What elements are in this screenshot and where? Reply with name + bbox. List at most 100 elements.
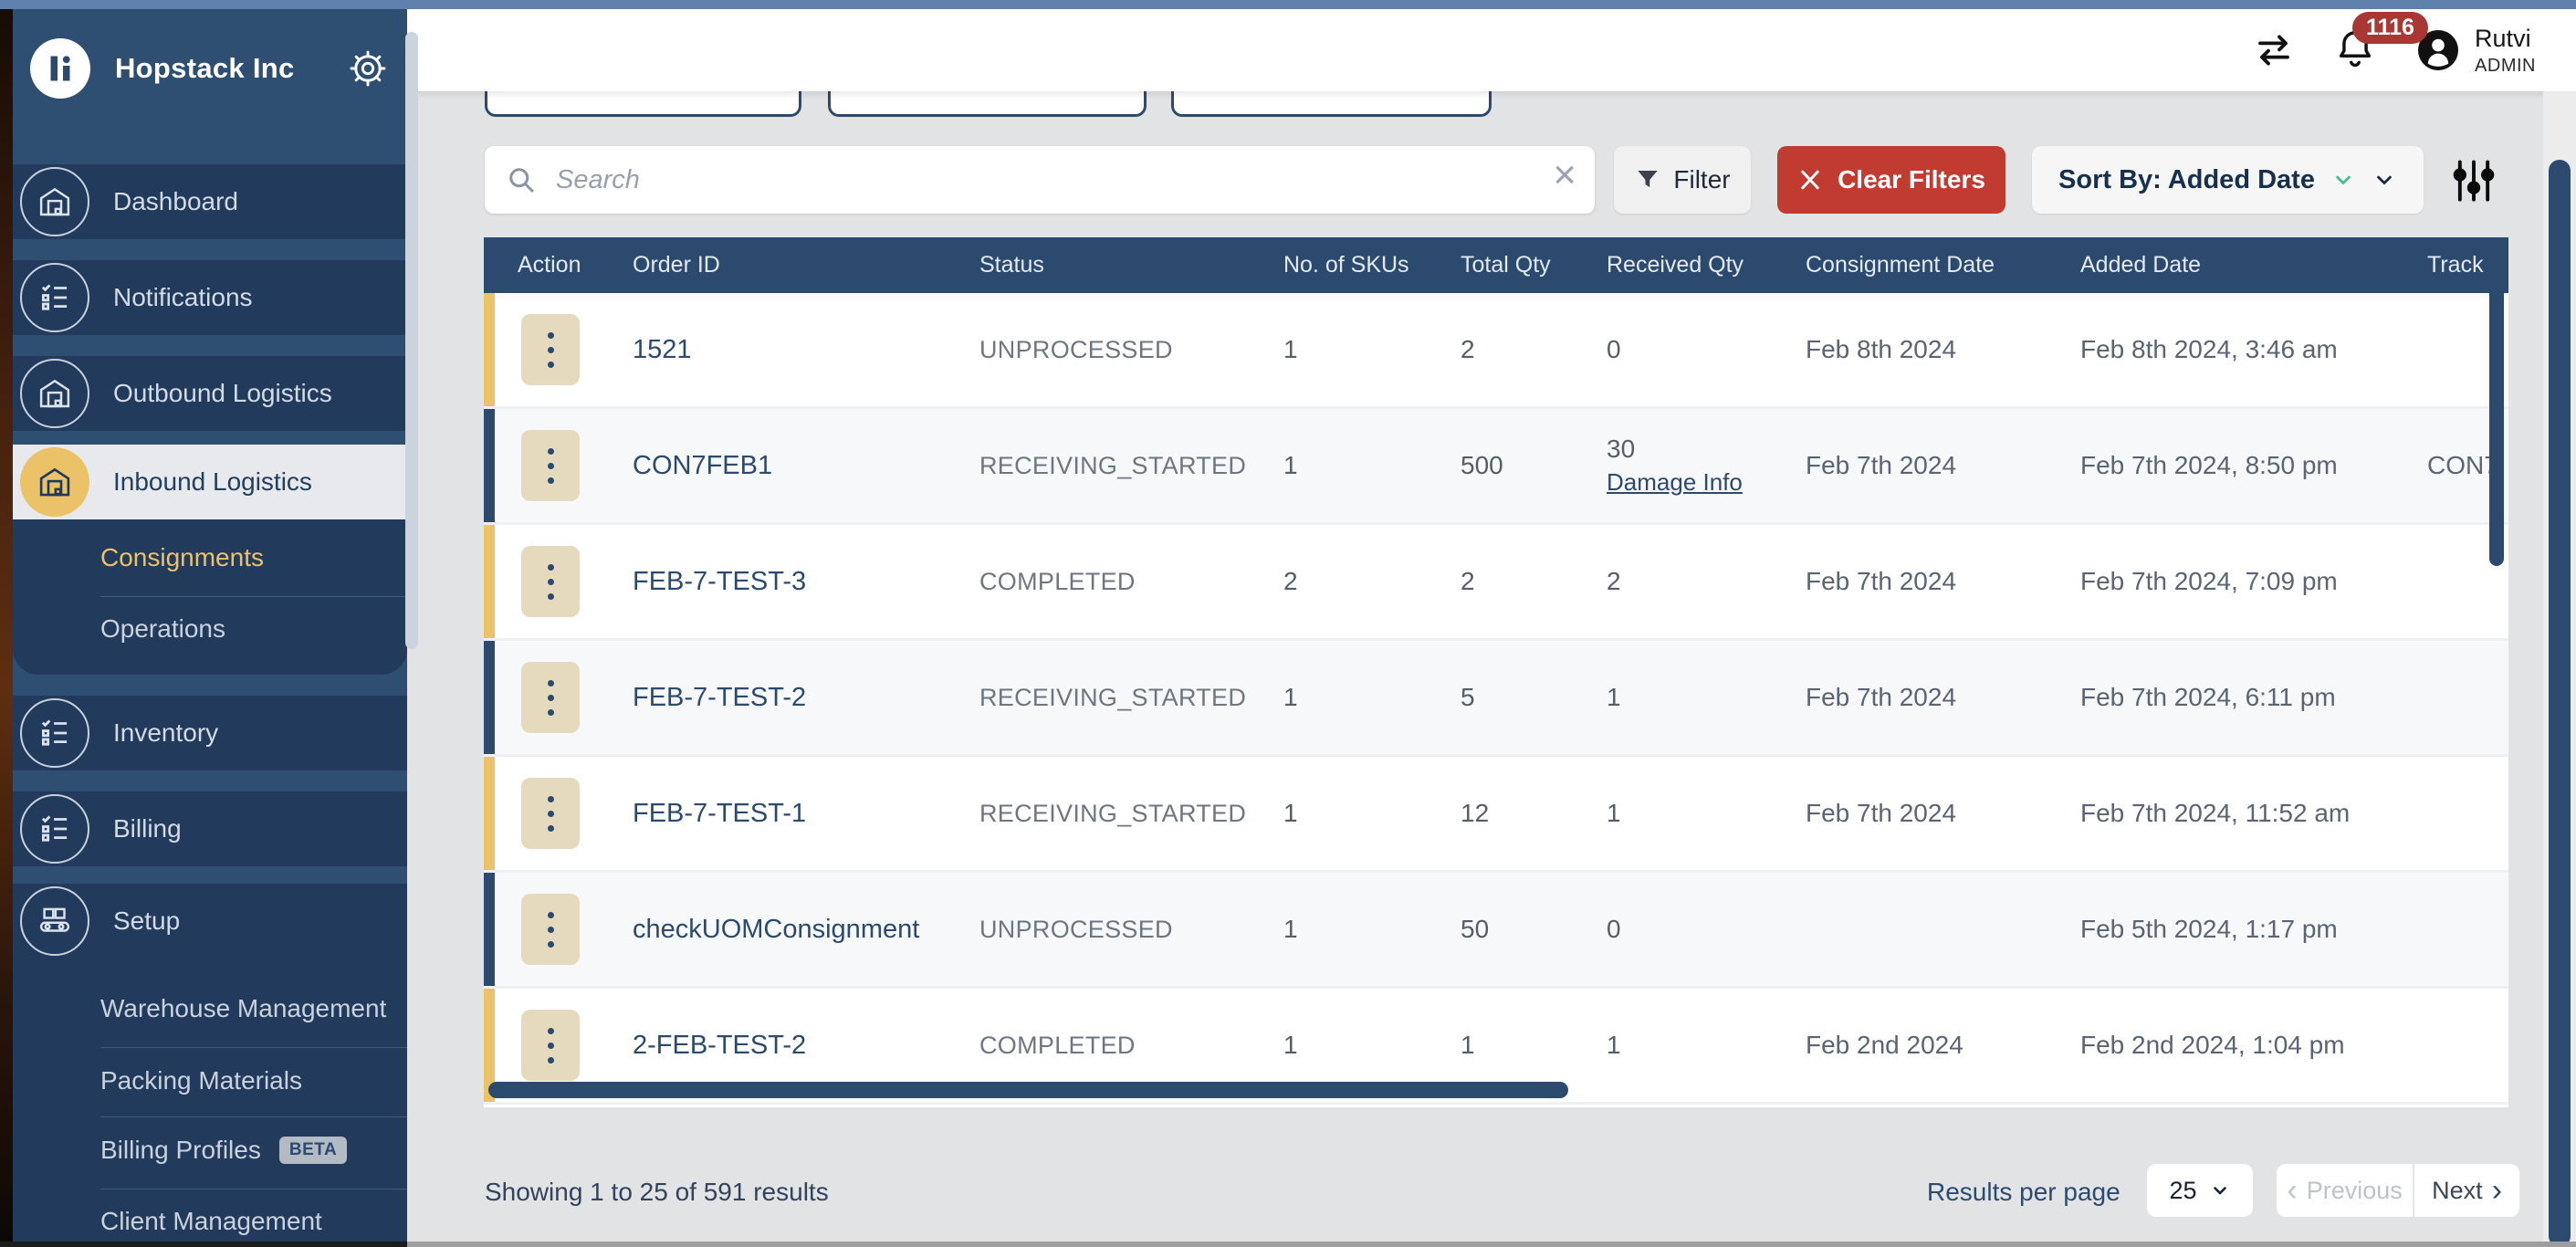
search-icon <box>505 163 538 196</box>
hopstack-logo <box>30 38 90 99</box>
column-header-received-qty: Received Qty <box>1607 252 1806 278</box>
sidebar-item-label: Inbound Logistics <box>113 467 312 497</box>
user-menu[interactable]: Rutvi ADMIN <box>2416 25 2536 77</box>
sidebar-scrollbar[interactable] <box>405 32 418 649</box>
table-horizontal-scrollbar[interactable] <box>488 1082 1568 1098</box>
kebab-icon[interactable] <box>521 1010 580 1081</box>
row-skus: 1 <box>1283 451 1461 480</box>
sidebar-item-billing[interactable]: Billing <box>13 791 407 866</box>
row-order-id-link[interactable]: CON7FEB1 <box>633 451 979 481</box>
sidebar-item-setup[interactable]: Setup <box>13 884 407 959</box>
row-skus: 1 <box>1283 915 1461 944</box>
chevron-down-icon <box>2372 167 2397 193</box>
clear-search-icon[interactable]: × <box>1553 155 1576 195</box>
sidebar: Hopstack Inc Dashboard Notifications <box>13 9 407 1247</box>
setup-submenu: Warehouse Management Packing Materials B… <box>13 959 407 1247</box>
window-bottom-edge-right <box>407 1242 2576 1247</box>
submenu-label: Warehouse Management <box>100 994 386 1023</box>
row-order-id-link[interactable]: FEB-7-TEST-1 <box>633 799 979 829</box>
row-action-cell <box>484 778 633 849</box>
notifications-bell[interactable]: 1116 <box>2334 26 2378 74</box>
submenu-item-billing-profiles[interactable]: Billing Profiles BETA <box>100 1136 347 1165</box>
swap-arrows-icon[interactable] <box>2252 28 2296 72</box>
table-vertical-scrollbar[interactable] <box>2489 245 2504 566</box>
row-skus: 1 <box>1283 335 1461 364</box>
sidebar-item-dashboard[interactable]: Dashboard <box>13 164 407 239</box>
row-added-date: Feb 5th 2024, 1:17 pm <box>2080 915 2427 944</box>
inbound-submenu: Consignments Operations <box>13 519 407 675</box>
kebab-icon[interactable] <box>521 430 580 501</box>
page-size-select[interactable]: 25 <box>2147 1164 2253 1217</box>
submenu-divider <box>100 1047 407 1048</box>
clear-filters-button[interactable]: Clear Filters <box>1777 146 2005 214</box>
sort-by-dropdown[interactable]: Sort By: Added Date <box>2032 146 2424 214</box>
sidebar-item-label: Dashboard <box>113 187 238 216</box>
page-scrollbar-thumb[interactable] <box>2549 160 2571 1247</box>
damage-info-link[interactable]: Damage Info <box>1607 468 1743 497</box>
column-header-action: Action <box>484 252 633 278</box>
kebab-icon[interactable] <box>521 778 580 849</box>
table-row: FEB-7-TEST-1 RECEIVING_STARTED 1 12 1 Fe… <box>484 757 2508 873</box>
row-total-qty: 2 <box>1461 567 1607 596</box>
user-name: Rutvi <box>2475 25 2536 53</box>
column-header-total-qty: Total Qty <box>1461 252 1607 278</box>
filter-chip-3[interactable] <box>1171 91 1492 117</box>
row-order-id-link[interactable]: FEB-7-TEST-3 <box>633 567 979 597</box>
sidebar-item-inbound-logistics[interactable]: Inbound Logistics <box>13 445 407 519</box>
row-order-id-link[interactable]: 1521 <box>633 335 979 365</box>
submenu-item-packing-materials[interactable]: Packing Materials <box>100 1066 302 1095</box>
filter-chip-1[interactable] <box>485 91 801 117</box>
hopstack-logo-mark <box>44 52 77 85</box>
kebab-icon[interactable] <box>521 314 580 385</box>
submenu-item-operations[interactable]: Operations <box>100 614 225 644</box>
table-body: 1521 UNPROCESSED 1 2 0 Feb 8th 2024 Feb … <box>484 293 2508 1105</box>
row-added-date: Feb 7th 2024, 7:09 pm <box>2080 567 2427 596</box>
filter-button[interactable]: Filter <box>1614 146 1751 214</box>
row-received-qty: 1 <box>1607 683 1806 712</box>
checklist-icon <box>20 698 89 768</box>
submenu-item-consignments[interactable]: Consignments <box>100 543 264 572</box>
clear-filters-label: Clear Filters <box>1838 165 1985 194</box>
row-status: RECEIVING_STARTED <box>979 800 1283 828</box>
table-header-row: Action Order ID Status No. of SKUs Total… <box>484 237 2508 293</box>
sort-by-label: Sort By: Added Date <box>2058 165 2315 195</box>
warehouse-icon <box>20 359 89 428</box>
table-row: 1521 UNPROCESSED 1 2 0 Feb 8th 2024 Feb … <box>484 293 2508 409</box>
kebab-icon[interactable] <box>521 894 580 965</box>
row-order-id-link[interactable]: FEB-7-TEST-2 <box>633 683 979 713</box>
funnel-icon <box>1634 166 1661 194</box>
gear-icon[interactable] <box>348 48 388 89</box>
row-added-date: Feb 7th 2024, 8:50 pm <box>2080 451 2427 480</box>
kebab-icon[interactable] <box>521 546 580 617</box>
submenu-item-client-management[interactable]: Client Management <box>100 1207 322 1236</box>
row-action-cell <box>484 1010 633 1081</box>
submenu-item-warehouse-management[interactable]: Warehouse Management <box>100 994 386 1023</box>
row-added-date: Feb 8th 2024, 3:46 am <box>2080 335 2427 364</box>
notification-count-badge[interactable]: 1116 <box>2352 12 2428 44</box>
kebab-icon[interactable] <box>521 662 580 733</box>
window-top-strip <box>0 0 2576 9</box>
sidebar-item-inventory[interactable]: Inventory <box>13 696 407 770</box>
row-status: RECEIVING_STARTED <box>979 684 1283 712</box>
main-content: Search × Filter Clear Filters Sort By: A… <box>407 91 2576 1247</box>
sliders-icon[interactable] <box>2450 157 2497 204</box>
row-order-id-link[interactable]: 2-FEB-TEST-2 <box>633 1031 979 1061</box>
row-received-qty: 1 <box>1607 799 1806 828</box>
previous-page-button[interactable]: ‹ Previous <box>2277 1164 2414 1217</box>
search-input[interactable]: Search × <box>485 146 1595 214</box>
column-header-order-id: Order ID <box>633 252 979 278</box>
sidebar-item-notifications[interactable]: Notifications <box>13 260 407 335</box>
received-qty-value: 0 <box>1607 335 1621 364</box>
sidebar-item-label: Billing <box>113 814 182 844</box>
top-bar: 1116 Rutvi ADMIN <box>407 9 2576 91</box>
row-order-id-link[interactable]: checkUOMConsignment <box>633 915 979 945</box>
filter-chip-2[interactable] <box>828 91 1147 117</box>
next-page-button[interactable]: Next › <box>2414 1164 2519 1217</box>
table-row: CON7FEB1 RECEIVING_STARTED 1 500 30 Dama… <box>484 409 2508 525</box>
received-qty-value: 2 <box>1607 567 1621 596</box>
table-row: FEB-7-TEST-2 RECEIVING_STARTED 1 5 1 Feb… <box>484 641 2508 757</box>
sidebar-item-outbound-logistics[interactable]: Outbound Logistics <box>13 356 407 431</box>
submenu-label: Packing Materials <box>100 1066 302 1095</box>
row-status: COMPLETED <box>979 568 1283 596</box>
results-summary: Showing 1 to 25 of 591 results <box>485 1178 829 1207</box>
